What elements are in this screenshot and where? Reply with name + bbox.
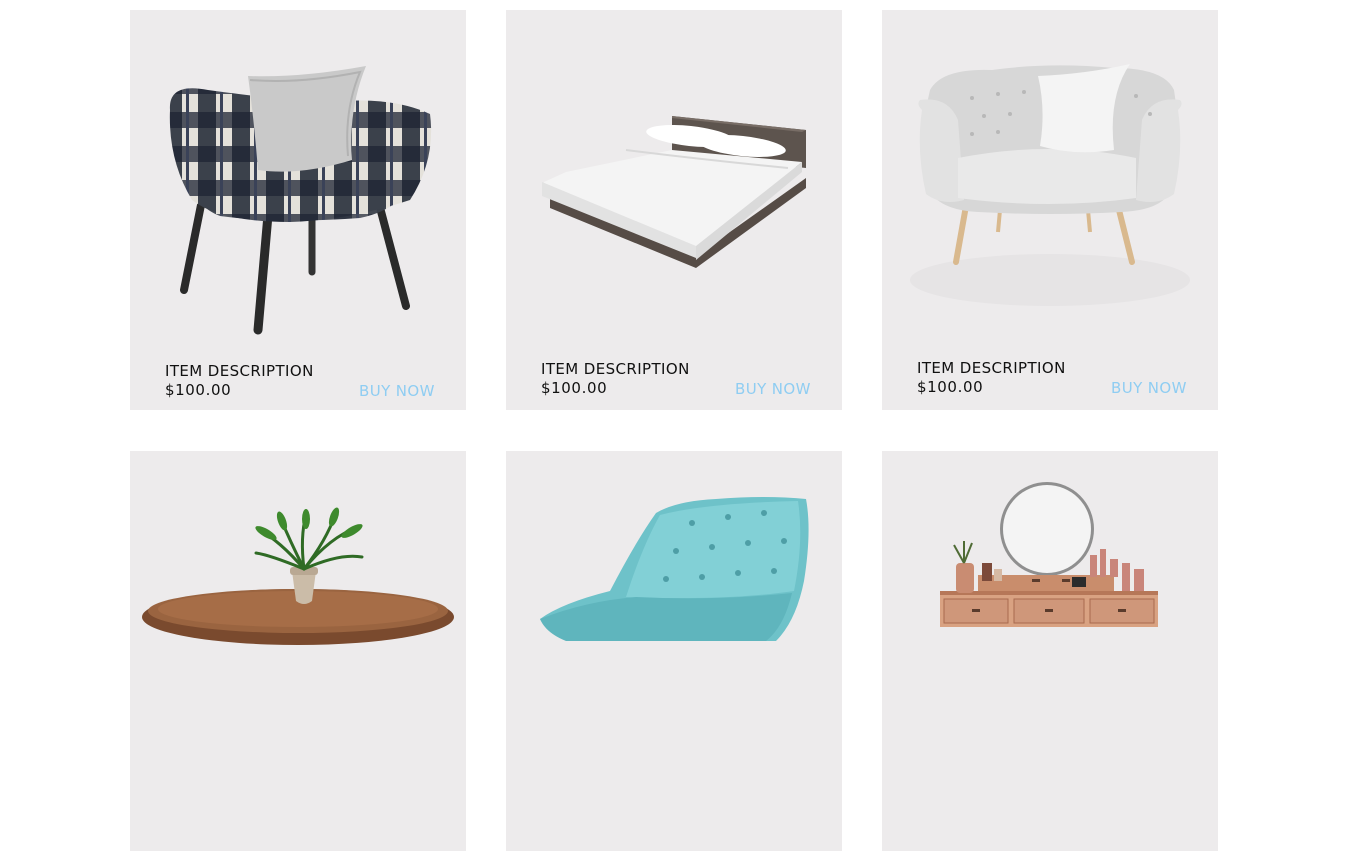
product-card[interactable]: ITEM DESCRIPTION $100.00 BUY NOW bbox=[506, 10, 842, 410]
item-price: $100.00 bbox=[917, 378, 984, 396]
lounge-chair-image bbox=[540, 497, 809, 641]
buy-now-button[interactable]: BUY NOW bbox=[1111, 379, 1187, 397]
item-description: ITEM DESCRIPTION bbox=[165, 362, 314, 380]
buy-now-button[interactable]: BUY NOW bbox=[735, 380, 811, 398]
item-description: ITEM DESCRIPTION bbox=[917, 359, 1066, 377]
product-card[interactable]: ITEM DESCRIPTION $100.00 BUY NOW bbox=[882, 10, 1218, 410]
table-plant-image bbox=[142, 507, 454, 645]
item-price: $100.00 bbox=[165, 381, 232, 399]
item-description: ITEM DESCRIPTION bbox=[541, 360, 690, 378]
armchair-image bbox=[910, 64, 1190, 306]
vanity-image bbox=[940, 482, 1158, 627]
buy-now-button[interactable]: BUY NOW bbox=[359, 382, 435, 400]
product-card[interactable]: ITEM DESCRIPTION $100.00 BUY NOW bbox=[130, 10, 466, 410]
item-price: $100.00 bbox=[541, 379, 608, 397]
bed-image bbox=[542, 116, 806, 268]
armchair-image bbox=[169, 66, 432, 335]
product-card[interactable] bbox=[130, 451, 466, 851]
product-card[interactable] bbox=[882, 451, 1218, 851]
product-card[interactable] bbox=[506, 451, 842, 851]
